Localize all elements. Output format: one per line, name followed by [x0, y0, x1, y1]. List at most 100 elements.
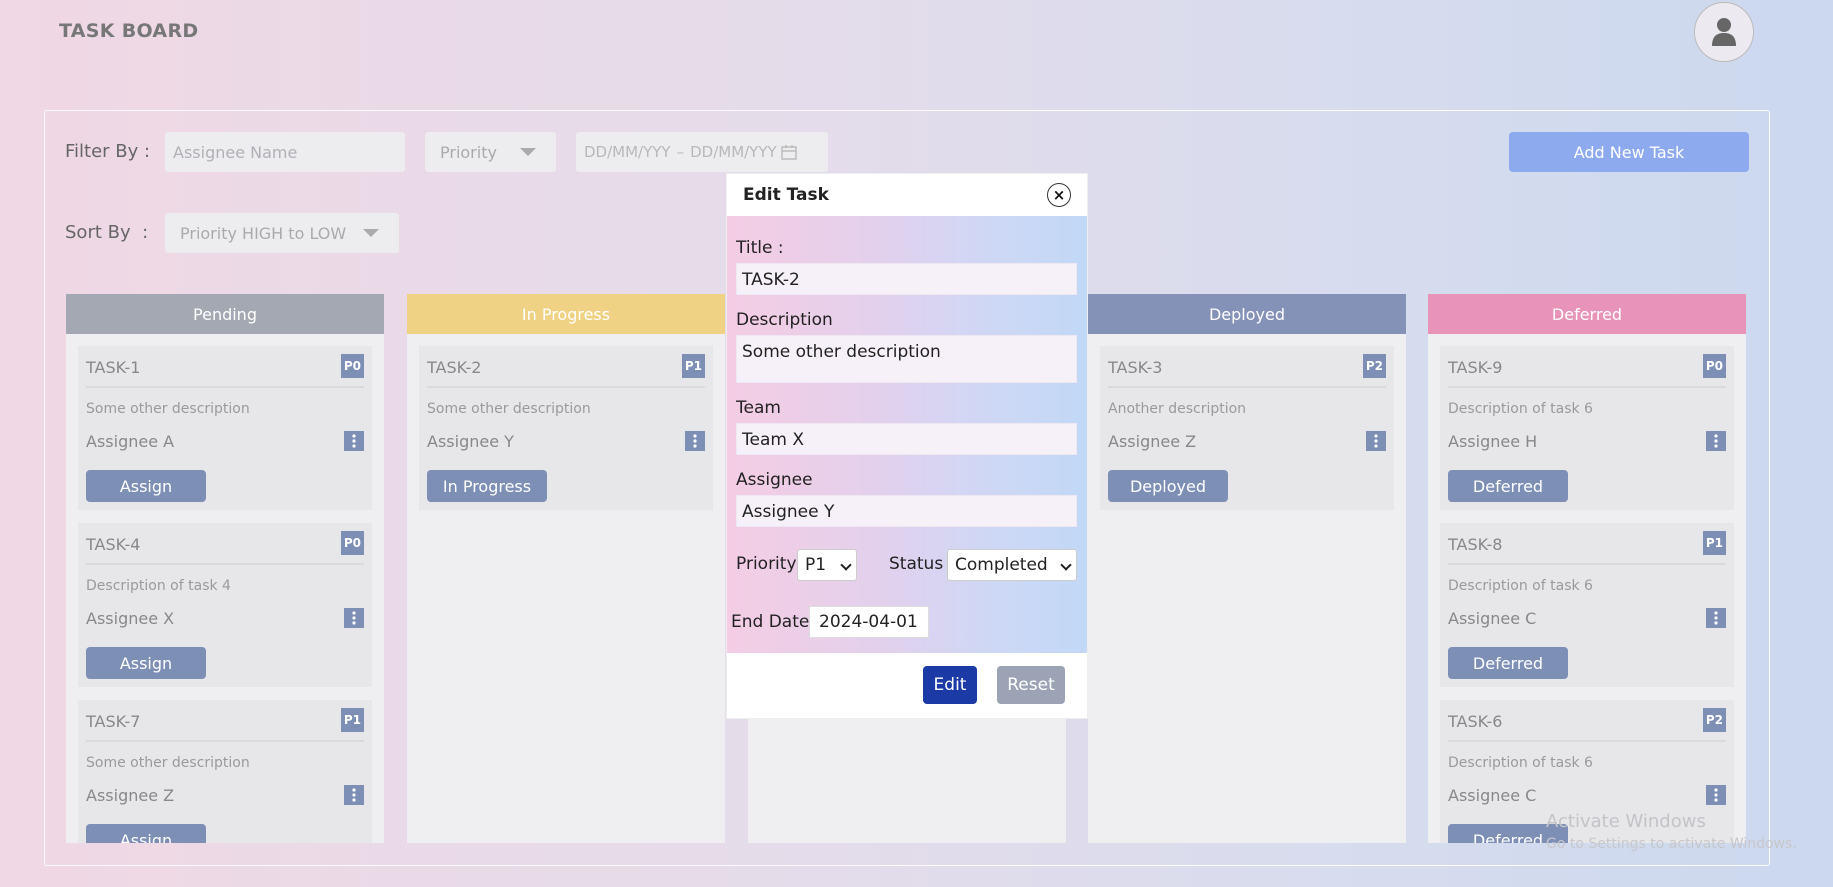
status-label: Status	[889, 554, 944, 574]
assignee-filter-field[interactable]	[165, 132, 405, 172]
assignee-input[interactable]: Assignee Y	[736, 495, 1077, 527]
priority-label: Priority	[736, 554, 797, 574]
filter-label: Filter By :	[65, 141, 151, 162]
task-card[interactable]: TASK-7 P1 Some other description Assigne…	[78, 700, 372, 843]
sort-value: Priority HIGH to LOW	[180, 223, 347, 243]
card-title: TASK-9	[1448, 358, 1503, 377]
card-menu-button[interactable]	[1366, 431, 1386, 451]
priority-filter-label: Priority	[440, 142, 497, 162]
card-action-button[interactable]: Deployed	[1108, 470, 1228, 502]
chevron-down-icon	[520, 148, 536, 156]
card-title: TASK-1	[86, 358, 141, 377]
date-start-placeholder: DD/MM/YYY	[584, 143, 671, 161]
card-description: Description of task 4	[86, 578, 231, 594]
column-body: TASK-9 P0 Description of task 6 Assignee…	[1428, 334, 1746, 843]
chevron-down-icon	[363, 229, 379, 237]
divider	[427, 386, 705, 388]
modal-body: Title : TASK-2 Description Some other de…	[727, 216, 1087, 653]
column-body: TASK-1 P0 Some other description Assigne…	[66, 334, 384, 843]
modal-title: Edit Task	[743, 185, 829, 205]
date-separator: –	[676, 143, 685, 161]
more-vertical-icon	[693, 434, 697, 448]
card-title: TASK-2	[427, 358, 482, 377]
divider	[1448, 563, 1726, 565]
more-vertical-icon	[352, 434, 356, 448]
card-action-button[interactable]: Assign	[86, 470, 206, 502]
card-assignee: Assignee Z	[1108, 432, 1197, 451]
card-title: TASK-8	[1448, 535, 1503, 554]
team-label: Team	[736, 398, 781, 418]
more-vertical-icon	[1714, 434, 1718, 448]
close-icon[interactable]: ×	[1047, 183, 1071, 207]
team-input[interactable]: Team X	[736, 423, 1077, 455]
date-range-filter[interactable]: DD/MM/YYY – DD/MM/YYY	[576, 132, 828, 172]
date-end-placeholder: DD/MM/YYY	[690, 143, 777, 161]
card-action-button[interactable]: Assign	[86, 647, 206, 679]
task-card[interactable]: TASK-9 P0 Description of task 6 Assignee…	[1440, 346, 1734, 510]
task-card[interactable]: TASK-3 P2 Another description Assignee Z…	[1100, 346, 1394, 510]
card-menu-button[interactable]	[685, 431, 705, 451]
card-assignee: Assignee H	[1448, 432, 1538, 451]
card-menu-button[interactable]	[344, 785, 364, 805]
column-deferred: Deferred TASK-9 P0 Description of task 6…	[1428, 294, 1746, 843]
priority-filter-select[interactable]: Priority	[425, 132, 556, 172]
status-select[interactable]: Completed	[947, 549, 1077, 581]
reset-button[interactable]: Reset	[997, 666, 1065, 704]
title-input[interactable]: TASK-2	[736, 263, 1077, 295]
card-assignee: Assignee Z	[86, 786, 175, 805]
card-menu-button[interactable]	[344, 608, 364, 628]
description-textarea[interactable]: Some other description	[736, 335, 1077, 383]
card-menu-button[interactable]	[1706, 785, 1726, 805]
card-action-button[interactable]: Assign	[86, 824, 206, 843]
column-header-deferred: Deferred	[1428, 294, 1746, 334]
activate-windows-title: Activate Windows	[1546, 811, 1706, 832]
card-title: TASK-7	[86, 712, 141, 731]
calendar-icon	[780, 145, 797, 160]
card-assignee: Assignee Y	[427, 432, 514, 451]
divider	[86, 740, 364, 742]
sort-select[interactable]: Priority HIGH to LOW	[165, 213, 399, 253]
card-assignee: Assignee C	[1448, 786, 1537, 805]
task-card[interactable]: TASK-1 P0 Some other description Assigne…	[78, 346, 372, 510]
card-menu-button[interactable]	[344, 431, 364, 451]
task-card[interactable]: TASK-8 P1 Description of task 6 Assignee…	[1440, 523, 1734, 687]
column-deployed: Deployed TASK-3 P2 Another description A…	[1088, 294, 1406, 843]
column-header-in-progress: In Progress	[407, 294, 725, 334]
task-card[interactable]: TASK-4 P0 Description of task 4 Assignee…	[78, 523, 372, 687]
title-label: Title :	[736, 238, 784, 258]
priority-select[interactable]: P1	[797, 549, 857, 581]
modal-header: Edit Task ×	[727, 174, 1087, 216]
sort-label: Sort By :	[65, 222, 149, 243]
user-avatar[interactable]	[1694, 2, 1754, 62]
task-card[interactable]: TASK-2 P1 Some other description Assigne…	[419, 346, 713, 510]
divider	[1108, 386, 1386, 388]
priority-badge: P1	[1702, 531, 1726, 555]
edit-button[interactable]: Edit	[923, 666, 977, 704]
card-action-button[interactable]: In Progress	[427, 470, 547, 502]
card-description: Description of task 6	[1448, 401, 1593, 417]
card-title: TASK-6	[1448, 712, 1503, 731]
chevron-down-icon	[1060, 559, 1072, 571]
edit-task-modal: Edit Task × Title : TASK-2 Description S…	[727, 174, 1087, 718]
divider	[1448, 740, 1726, 742]
activate-windows-subtitle: Go to Settings to activate Windows.	[1546, 836, 1797, 852]
divider	[1448, 386, 1726, 388]
card-description: Description of task 6	[1448, 755, 1593, 771]
card-action-button[interactable]: Deferred	[1448, 470, 1568, 502]
end-date-label: End Date	[731, 612, 810, 632]
end-date-input[interactable]: 2024-04-01	[809, 606, 929, 638]
priority-badge: P1	[681, 354, 705, 378]
card-menu-button[interactable]	[1706, 431, 1726, 451]
priority-badge: P2	[1702, 708, 1726, 732]
status-select-value: Completed	[955, 555, 1048, 575]
assignee-filter-input[interactable]	[173, 142, 405, 162]
priority-select-value: P1	[805, 555, 827, 575]
card-menu-button[interactable]	[1706, 608, 1726, 628]
card-action-button[interactable]: Deferred	[1448, 647, 1568, 679]
user-icon	[1712, 18, 1736, 46]
add-new-task-button[interactable]: Add New Task	[1509, 132, 1749, 172]
more-vertical-icon	[1714, 788, 1718, 802]
card-description: Description of task 6	[1448, 578, 1593, 594]
priority-badge: P0	[340, 354, 364, 378]
card-description: Some other description	[427, 401, 591, 417]
